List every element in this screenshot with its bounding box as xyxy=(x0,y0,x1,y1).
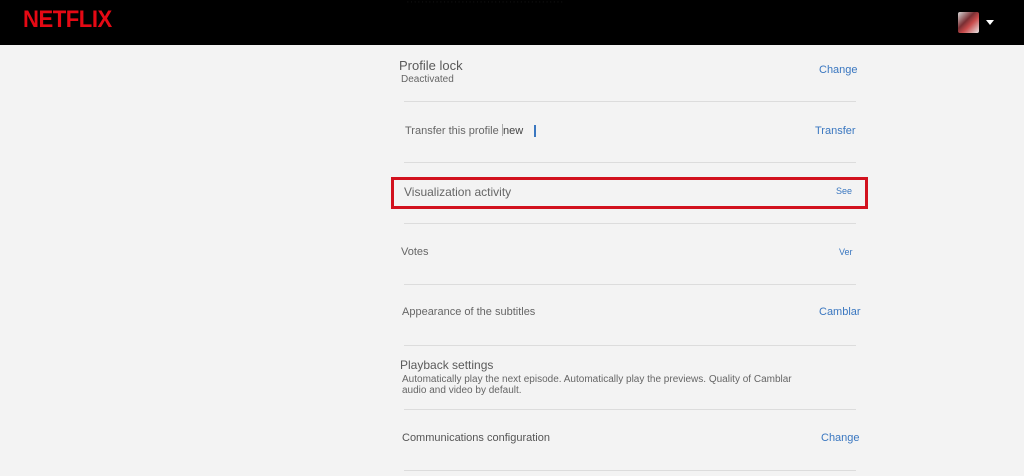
communications-configuration-title: Communications configuration xyxy=(402,432,550,444)
transfer-profile-title: Transfer this profile xyxy=(405,125,499,137)
divider xyxy=(404,470,856,471)
new-badge: new xyxy=(503,125,524,137)
top-navigation-bar: NETFLIX ································… xyxy=(0,0,1024,45)
playback-settings-description-line2: audio and video by default. xyxy=(402,385,522,396)
divider xyxy=(404,284,856,285)
divider xyxy=(404,409,856,410)
subtitles-appearance-title: Appearance of the subtitles xyxy=(402,306,536,318)
subtitles-change-link[interactable]: Camblar xyxy=(819,306,861,318)
divider xyxy=(404,345,856,346)
divider xyxy=(404,162,856,163)
profile-lock-title: Profile lock xyxy=(399,58,463,73)
chevron-down-icon[interactable] xyxy=(986,20,994,25)
transfer-link[interactable]: Transfer xyxy=(815,125,856,137)
visualization-see-link[interactable]: See xyxy=(836,186,852,196)
communications-change-link[interactable]: Change xyxy=(821,432,860,444)
divider xyxy=(404,101,856,102)
votes-title: Votes xyxy=(401,246,429,258)
profile-lock-change-link[interactable]: Change xyxy=(819,64,858,76)
text-cursor xyxy=(534,125,536,137)
votes-see-link[interactable]: Ver xyxy=(839,247,853,257)
profile-lock-status: Deactivated xyxy=(401,74,454,85)
divider xyxy=(404,223,856,224)
profile-avatar[interactable] xyxy=(958,12,979,33)
visualization-activity-title: Visualization activity xyxy=(404,185,512,199)
playback-settings-description-line1: Automatically play the next episode. Aut… xyxy=(402,374,792,385)
playback-settings-title: Playback settings xyxy=(400,358,494,372)
netflix-logo[interactable]: NETFLIX xyxy=(23,6,112,34)
faded-header-text: ········································… xyxy=(406,0,564,8)
